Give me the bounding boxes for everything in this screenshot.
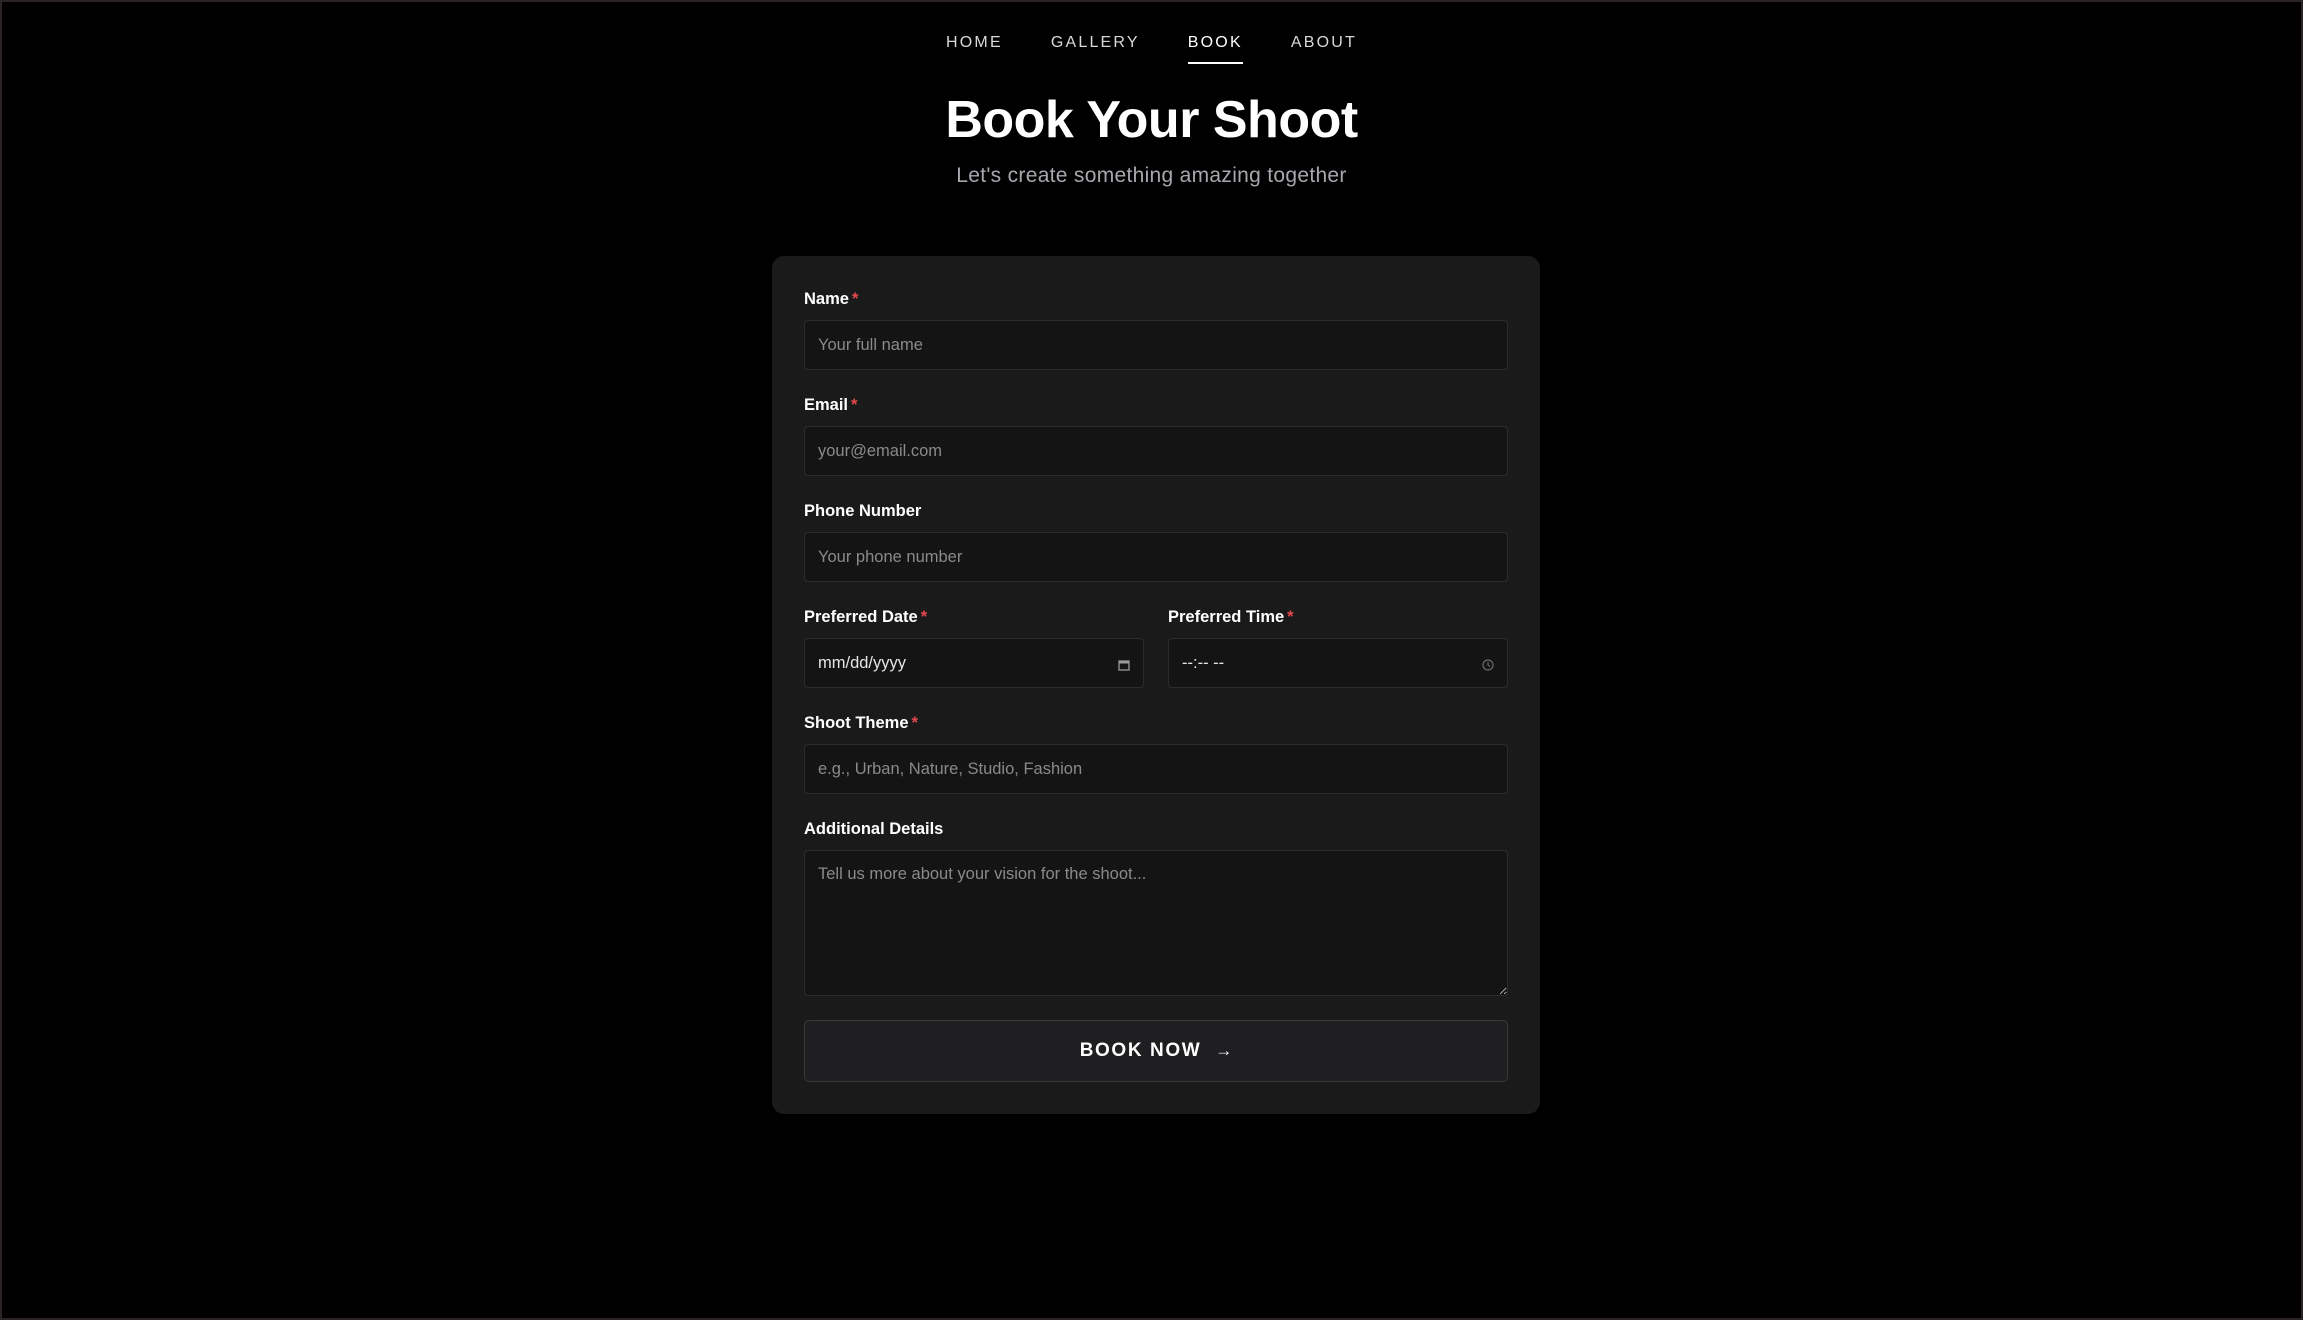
details-label-text: Additional Details bbox=[804, 820, 944, 838]
theme-input[interactable] bbox=[804, 744, 1508, 794]
book-now-label: BOOK NOW bbox=[1079, 1040, 1202, 1061]
date-input[interactable]: mm/dd/yyyy bbox=[804, 638, 1144, 688]
email-label-text: Email bbox=[804, 396, 849, 414]
required-marker: * bbox=[911, 714, 918, 732]
page-title: Book Your Shoot bbox=[945, 91, 1358, 149]
arrow-right-icon: → bbox=[1215, 1041, 1233, 1060]
time-label-text: Preferred Time bbox=[1168, 608, 1285, 626]
page: HOME GALLERY BOOK ABOUT Book Your Shoot … bbox=[0, 0, 2303, 1320]
details-label: Additional Details bbox=[804, 820, 943, 839]
phone-label-text: Phone Number bbox=[804, 502, 922, 520]
date-input-value: mm/dd/yyyy bbox=[818, 653, 907, 672]
book-now-button[interactable]: BOOK NOW → bbox=[804, 1020, 1508, 1082]
date-label: Preferred Date * bbox=[804, 608, 927, 627]
time-input[interactable]: --:-- -- bbox=[1168, 638, 1508, 688]
name-label-text: Name bbox=[804, 290, 849, 308]
page-subtitle: Let's create something amazing together bbox=[956, 164, 1347, 187]
phone-label: Phone Number bbox=[804, 502, 921, 521]
required-marker: * bbox=[851, 396, 858, 414]
clock-icon[interactable] bbox=[1482, 657, 1494, 671]
details-textarea[interactable] bbox=[804, 850, 1508, 996]
email-input[interactable] bbox=[804, 426, 1508, 476]
nav-item-home[interactable]: HOME bbox=[946, 34, 1003, 64]
name-label: Name * bbox=[804, 290, 858, 309]
name-input[interactable] bbox=[804, 320, 1508, 370]
booking-form: Name* Email* Phone Number Preferred Date… bbox=[772, 256, 1540, 1114]
calendar-icon[interactable] bbox=[1118, 657, 1130, 671]
required-marker: * bbox=[920, 608, 928, 626]
phone-input[interactable] bbox=[804, 532, 1508, 582]
nav-item-about[interactable]: ABOUT bbox=[1291, 34, 1357, 64]
top-nav: HOME GALLERY BOOK ABOUT bbox=[2, 34, 2301, 64]
required-marker: * bbox=[1287, 608, 1294, 626]
time-label: Preferred Time * bbox=[1168, 608, 1294, 627]
time-input-value: --:-- -- bbox=[1182, 653, 1225, 672]
date-label-text: Preferred Date bbox=[804, 608, 918, 626]
required-marker: * bbox=[851, 290, 859, 308]
theme-label-text: Shoot Theme bbox=[804, 714, 909, 732]
nav-item-book[interactable]: BOOK bbox=[1187, 34, 1243, 64]
theme-label: Shoot Theme * bbox=[804, 714, 918, 733]
email-label: Email * bbox=[804, 396, 857, 415]
nav-item-gallery[interactable]: GALLERY bbox=[1051, 34, 1140, 64]
